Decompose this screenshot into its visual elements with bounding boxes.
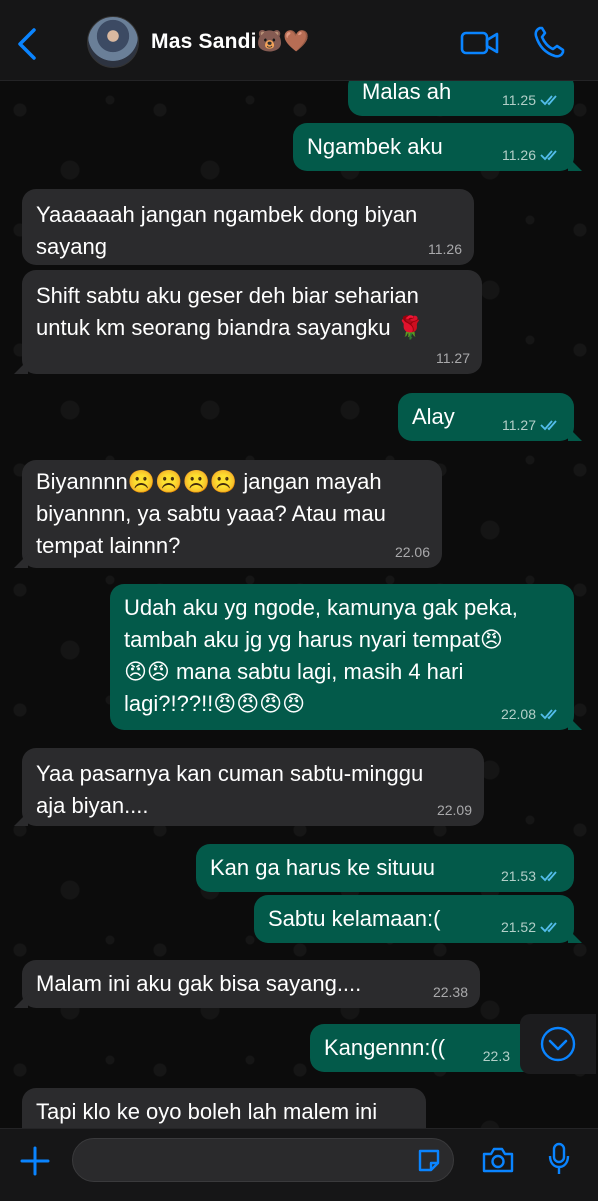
sticker-icon[interactable]	[416, 1148, 442, 1174]
message-field[interactable]	[72, 1138, 454, 1182]
scroll-to-bottom-button[interactable]	[520, 1014, 596, 1074]
message-meta: 22.38	[433, 984, 468, 1000]
message-bubble[interactable]: Udah aku yg ngode, kamunya gak peka, tam…	[110, 584, 574, 730]
chat-header: Mas Sandi🐻🤎	[0, 0, 598, 81]
message-meta: 22.09	[437, 802, 472, 818]
message-text: Yaaaaaah jangan ngambek dong biyan sayan…	[36, 202, 418, 259]
video-camera-icon[interactable]	[460, 28, 500, 58]
message-text: Biyannnn☹️☹️☹️☹️ jangan mayah biyannnn, …	[36, 469, 386, 558]
message-time: 21.53	[500, 868, 536, 884]
message-meta: 21.53	[501, 868, 562, 884]
message-time: 22.08	[500, 706, 536, 722]
message-time: 11.25	[502, 92, 536, 108]
microphone-icon[interactable]	[548, 1142, 570, 1176]
message-bubble[interactable]: Tapi klo ke oyo boleh lah malem ini	[22, 1088, 426, 1128]
message-text: Shift sabtu aku geser deh biar seharian …	[36, 283, 425, 340]
message-meta: 21.52	[501, 919, 562, 935]
contact-name[interactable]: Mas Sandi🐻🤎	[151, 30, 309, 54]
chevron-left-icon[interactable]	[14, 26, 40, 62]
message-bubble[interactable]: Kan ga harus ke situuu 21.53	[196, 844, 574, 892]
double-check-icon	[540, 150, 557, 161]
message-time: 22.38	[432, 984, 468, 1000]
message-bubble[interactable]: Yaaaaaah jangan ngambek dong biyan sayan…	[22, 189, 474, 265]
chat-area[interactable]: Malas ah 11.25 Ngambek aku 11.26 Yaaaaaa…	[0, 80, 598, 1128]
camera-icon[interactable]	[481, 1146, 515, 1174]
message-time: 11.27	[436, 350, 470, 366]
message-meta: 11.26	[502, 147, 562, 163]
message-meta: 22.06	[395, 544, 430, 560]
message-meta: 11.26	[428, 241, 462, 257]
message-time: 11.26	[428, 241, 462, 257]
double-check-icon	[540, 709, 557, 720]
message-bubble[interactable]: Shift sabtu aku geser deh biar seharian …	[22, 270, 482, 374]
message-time: 22.06	[394, 544, 430, 560]
message-time: 11.26	[502, 147, 536, 163]
message-time: 22.3	[482, 1048, 510, 1064]
message-text: Tapi klo ke oyo boleh lah malem ini	[36, 1099, 378, 1124]
message-text: Yaa pasarnya kan cuman sabtu-minggu aja …	[36, 761, 424, 818]
double-check-icon	[540, 420, 557, 431]
phone-icon[interactable]	[533, 25, 565, 59]
message-meta: 11.27	[502, 417, 562, 433]
double-check-icon	[540, 922, 557, 933]
message-time: 22.09	[436, 802, 472, 818]
message-text: Malam ini aku gak bisa sayang....	[36, 971, 362, 996]
message-bubble[interactable]: Sabtu kelamaan:( 21.52	[254, 895, 574, 943]
avatar[interactable]	[87, 16, 139, 68]
message-bubble[interactable]: Biyannnn☹️☹️☹️☹️ jangan mayah biyannnn, …	[22, 460, 442, 568]
message-bubble[interactable]: Ngambek aku 11.26	[293, 123, 574, 171]
plus-icon[interactable]	[18, 1144, 52, 1178]
message-bubble[interactable]: Malas ah 11.25	[348, 80, 574, 116]
double-check-icon	[540, 871, 557, 882]
message-input[interactable]	[89, 1147, 413, 1177]
message-meta: 22.08	[501, 706, 562, 722]
message-meta: 11.27	[436, 350, 470, 366]
message-time: 11.27	[502, 417, 536, 433]
message-meta: 22.3	[483, 1048, 510, 1064]
double-check-icon	[540, 95, 557, 106]
message-bubble[interactable]: Malam ini aku gak bisa sayang.... 22.38	[22, 960, 480, 1008]
message-meta: 11.25	[502, 92, 562, 108]
message-time: 21.52	[500, 919, 536, 935]
message-text: Udah aku yg ngode, kamunya gak peka, tam…	[124, 595, 518, 716]
message-bubble[interactable]: Yaa pasarnya kan cuman sabtu-minggu aja …	[22, 748, 484, 826]
chevron-down-circle-icon	[540, 1026, 576, 1062]
message-bubble[interactable]: Alay 11.27	[398, 393, 574, 441]
